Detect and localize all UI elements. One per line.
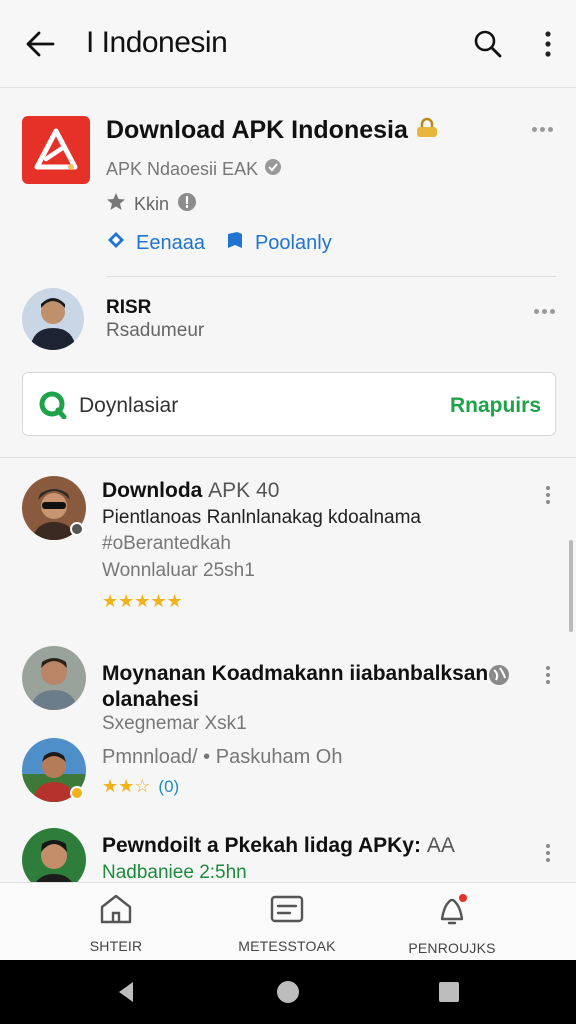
avatar (22, 288, 84, 350)
list-item[interactable]: Downloda APK 40 Pientlanoas Ranlnlanakag… (0, 474, 576, 624)
scrollbar[interactable] (569, 540, 573, 632)
back-arrow-icon[interactable] (22, 26, 58, 62)
star-icon (106, 192, 126, 217)
status-badge (70, 786, 84, 800)
system-home-icon[interactable] (276, 980, 300, 1004)
item-more-icon[interactable] (546, 486, 554, 504)
nav-label: METESSTOAK (238, 938, 336, 954)
nav-label: PENROUJKS (408, 940, 496, 956)
bottom-navigation: SHTEIR METESSTOAK PENROUJKS (0, 882, 576, 960)
publisher-row[interactable]: RISR Rsadumeur (0, 282, 576, 368)
nav-item-home[interactable]: SHTEIR (46, 893, 186, 955)
app-developer[interactable]: APK Ndaoesii EAK (106, 158, 282, 181)
list-item[interactable]: Pmnnload/ • Paskuham Oh ★★☆ (0) (0, 738, 576, 808)
rating-count: (0) (158, 776, 180, 796)
item-meta: Sxegnemar Xsk1 (102, 713, 247, 734)
item-more-icon[interactable] (546, 666, 554, 684)
system-recents-icon[interactable] (437, 980, 461, 1004)
item-meta: Pmnnload/ • Paskuham Oh (102, 746, 343, 768)
overflow-menu-icon[interactable] (534, 26, 562, 62)
avatar (22, 646, 86, 710)
app-logo (22, 116, 90, 184)
rating-stars: ★★★★★ (102, 591, 183, 611)
lock-icon (414, 117, 440, 146)
item-title: Pewndoilt a Pkekah lidag APKy: AA (102, 834, 455, 857)
list-item[interactable]: Pewndoilt a Pkekah lidag APKy: AA Nadban… (0, 828, 576, 882)
app-tags: Eenaaa Poolanly (106, 230, 332, 256)
install-label: Doynlasiar (79, 394, 179, 417)
online-badge (70, 522, 84, 536)
system-navigation-bar (0, 960, 576, 1024)
install-button[interactable]: Rnapuirs (450, 394, 541, 418)
nav-item-notifications[interactable]: PENROUJKS (382, 893, 522, 956)
system-back-icon[interactable] (114, 980, 138, 1004)
rating-stars: ★★☆ (0) (102, 776, 180, 796)
avatar (22, 828, 86, 882)
download-app-icon (39, 391, 67, 420)
item-title: Downloda APK 40 (102, 479, 280, 502)
app-bar: I Indonesin (0, 0, 576, 88)
home-icon (99, 893, 133, 930)
verified-icon (264, 158, 282, 181)
item-description: Pientlanoas Ranlnlanakag kdoalnama (102, 507, 422, 528)
info-icon (177, 192, 197, 217)
item-title-continued: olanahesi (102, 688, 199, 711)
bookmark-icon (225, 230, 245, 256)
item-meta: Wonnlaluar 25sh1 (102, 560, 255, 581)
item-meta: Nadbaniee 2:5hn (102, 862, 247, 882)
publisher-more-icon[interactable] (534, 306, 560, 316)
tag-chip[interactable]: Poolanly (225, 230, 332, 256)
item-tag: #oBerantedkah (102, 533, 231, 554)
card-more-icon[interactable] (532, 124, 558, 134)
publisher-name: RISR (106, 297, 152, 318)
divider (106, 276, 556, 277)
page-title: I Indonesin (86, 26, 228, 59)
search-icon[interactable] (470, 26, 506, 62)
install-box[interactable]: Doynlasiar Rnapuirs (22, 372, 556, 436)
globe-icon (488, 664, 510, 691)
notifications-icon (434, 893, 470, 932)
list-item[interactable]: Moynanan Koadmakann iiabanbalksan olanah… (0, 646, 576, 734)
publisher-subtitle: Rsadumeur (106, 320, 205, 341)
app-rating: Kkin (106, 192, 197, 217)
item-more-icon[interactable] (546, 844, 554, 862)
app-name: Download APK Indonesia (106, 116, 440, 146)
app-header-card: Download APK Indonesia APK Ndaoesii EAK … (0, 96, 576, 276)
tag-chip[interactable]: Eenaaa (106, 230, 205, 256)
item-title: Moynanan Koadmakann iiabanbalksan (102, 662, 489, 685)
message-icon (269, 893, 305, 930)
diamond-icon (106, 230, 126, 256)
divider (0, 457, 576, 458)
nav-label: SHTEIR (89, 938, 143, 954)
nav-item-messages[interactable]: METESSTOAK (217, 893, 357, 955)
